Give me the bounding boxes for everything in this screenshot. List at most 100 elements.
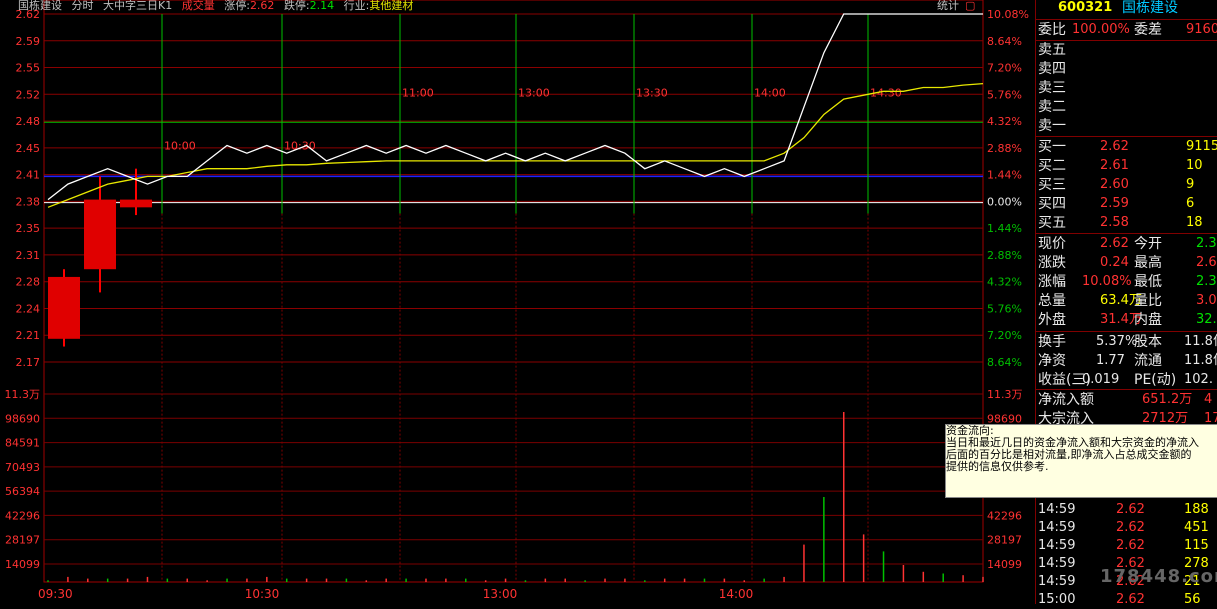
flow-row: 净流入额 651.2万 4: [1036, 391, 1217, 409]
quote-label: 涨跌: [1038, 255, 1066, 271]
buy-volume: 6: [1186, 196, 1195, 211]
intraday-chart[interactable]: 2.62 10.08% 2.59 8.64% 2.55 7.20% 2.52 5.76% 2.4…: [0, 0, 1035, 604]
quote-label: 总量: [1038, 293, 1066, 309]
fund-value: 1.77: [1096, 353, 1125, 368]
limit-up-label: 涨停:: [224, 0, 250, 12]
quote-row: 外盘31.4万内盘32.0: [1036, 311, 1217, 329]
quote-value: 2.6: [1196, 255, 1217, 270]
panel-title-row: 600321 国栋建设: [1036, 0, 1217, 17]
buy-level-label: 买一: [1038, 139, 1066, 155]
sell-level-label: 卖五: [1038, 42, 1066, 58]
buy-price: 2.62: [1100, 139, 1129, 154]
pct-tick-label: 4.32%: [987, 115, 1022, 128]
buy-volume: 18: [1186, 215, 1203, 230]
fund-value: 102.: [1184, 372, 1213, 387]
quote-row: 涨幅 10.08% 最低 2.3: [1036, 273, 1217, 291]
quote-value: 2.3: [1196, 274, 1217, 289]
price-tick-label: 2.48: [16, 115, 41, 128]
price-tick-label: 2.41: [16, 169, 41, 182]
flow-value: 651.2万: [1142, 392, 1193, 407]
quote-panel: 600321 国栋建设 委比 100.00% 委差 9160 卖五 卖四 卖三 卖二卖…: [1035, 0, 1217, 607]
buy-price: 2.61: [1100, 158, 1129, 173]
volume-right-tick: 28197: [987, 534, 1022, 547]
buy-row: 买二 2.61 10: [1036, 157, 1217, 175]
weibi-row: 委比 100.00% 委差 9160: [1036, 21, 1217, 39]
chart-canvas: 2.62 10.08% 2.59 8.64% 2.55 7.20% 2.52 5.76% 2.4…: [5, 0, 1029, 601]
fund-value: 0.019: [1082, 372, 1120, 387]
price-tick-label: 2.55: [16, 62, 41, 75]
stat-button[interactable]: 统计 ▢: [937, 0, 975, 13]
fund-label: 换手: [1038, 334, 1066, 350]
price-tick-label: 2.28: [16, 276, 41, 289]
fund-value: 5.37%: [1096, 334, 1138, 349]
limit-down-label: 跌停:: [283, 0, 310, 12]
time-axis-label: 09:30: [38, 587, 73, 601]
buy-row: 买五 2.58 18: [1036, 214, 1217, 232]
volume-right-tick: 11.3万: [987, 388, 1023, 401]
price-tick-label: 2.24: [16, 302, 41, 315]
time-axis-label: 13:00: [483, 587, 518, 601]
volume-tick-label: 28197: [5, 534, 40, 547]
sell-row: 卖四: [1036, 60, 1217, 78]
fund-label: 流通: [1134, 353, 1162, 369]
candle-body: [48, 276, 80, 339]
flow-percent: 4: [1204, 392, 1213, 407]
panel-stock-name[interactable]: 国栋建设: [1122, 0, 1178, 17]
tick-price: 2.62: [1116, 538, 1145, 553]
volume-tick-label: 98690: [5, 412, 40, 425]
tick-row: 14:59 2.62 188: [1036, 501, 1217, 519]
quote-value: 2.62: [1100, 236, 1129, 251]
buy-volume: 10: [1186, 158, 1203, 173]
price-tick-label: 2.21: [16, 329, 41, 342]
time-mark-label: 14:00: [754, 86, 786, 99]
tick-volume: 188: [1184, 502, 1209, 517]
quote-label: 量比: [1134, 293, 1162, 309]
sell-level-label: 卖三: [1038, 80, 1066, 96]
quote-value: 0.24: [1100, 255, 1129, 270]
volume-tick-label: 14099: [5, 558, 40, 571]
sell-level-label: 卖四: [1038, 61, 1066, 77]
sell-row: 卖三: [1036, 79, 1217, 97]
time-mark-label: 10:00: [164, 139, 196, 152]
quote-value: 32.0: [1196, 312, 1217, 327]
buy-row: 买三 2.60 9: [1036, 176, 1217, 194]
pct-tick-label: 5.76%: [987, 88, 1022, 101]
stock-name[interactable]: 国栋建设: [18, 0, 62, 12]
buy-price: 2.58: [1100, 215, 1129, 230]
weibi-value: 100.00%: [1072, 22, 1130, 37]
sell-level-label: 卖二: [1038, 99, 1066, 115]
tick-price: 2.62: [1116, 520, 1145, 535]
fund-row: 净资 1.77 流通 11.8亿: [1036, 352, 1217, 370]
price-tick-label: 2.17: [16, 356, 41, 369]
period-label[interactable]: 大中字三日K1: [103, 0, 172, 12]
watermark: 178448.com: [1100, 566, 1217, 587]
fund-label: PE(动): [1134, 372, 1177, 388]
quote-row: 涨跌 0.24 最高 2.6: [1036, 254, 1217, 272]
quote-label: 今开: [1134, 236, 1162, 252]
volume-tick-label: 11.3万: [5, 388, 41, 401]
fund-flow-tooltip: 资金流向: 当日和最近几日的资金净流入额和大宗资金的净流入 后面的百分比是相对流…: [945, 424, 1217, 498]
window-icon[interactable]: ▢: [965, 0, 975, 12]
price-tick-label: 2.31: [16, 249, 41, 262]
fund-label: 净资: [1038, 353, 1066, 369]
quote-label: 最高: [1134, 255, 1162, 271]
weicha-label: 委差: [1134, 22, 1162, 38]
buy-volume: 9115: [1186, 139, 1217, 154]
price-tick-label: 2.45: [16, 142, 41, 155]
flow-label: 净流入额: [1038, 392, 1094, 408]
tick-price: 2.62: [1116, 502, 1145, 517]
time-mark-label: 10:30: [284, 139, 316, 152]
limit-down-value: 2.14: [309, 0, 335, 12]
volume-tick-label: 42296: [5, 509, 40, 522]
quote-label: 现价: [1038, 236, 1066, 252]
fund-row: 换手 5.37%股本 11.8亿: [1036, 333, 1217, 351]
chart-frame: [43, 0, 984, 583]
weicha-value: 9160: [1186, 22, 1217, 37]
pct-tick-label: 2.88%: [987, 142, 1022, 155]
tick-volume: 115: [1184, 538, 1209, 553]
pct-tick-label: 7.20%: [987, 329, 1022, 342]
pct-tick-label: 10.08%: [987, 8, 1029, 21]
pct-tick-label: 8.64%: [987, 356, 1022, 369]
pct-tick-label: 4.32%: [987, 276, 1022, 289]
tab-timeshare[interactable]: 分时: [72, 0, 94, 12]
